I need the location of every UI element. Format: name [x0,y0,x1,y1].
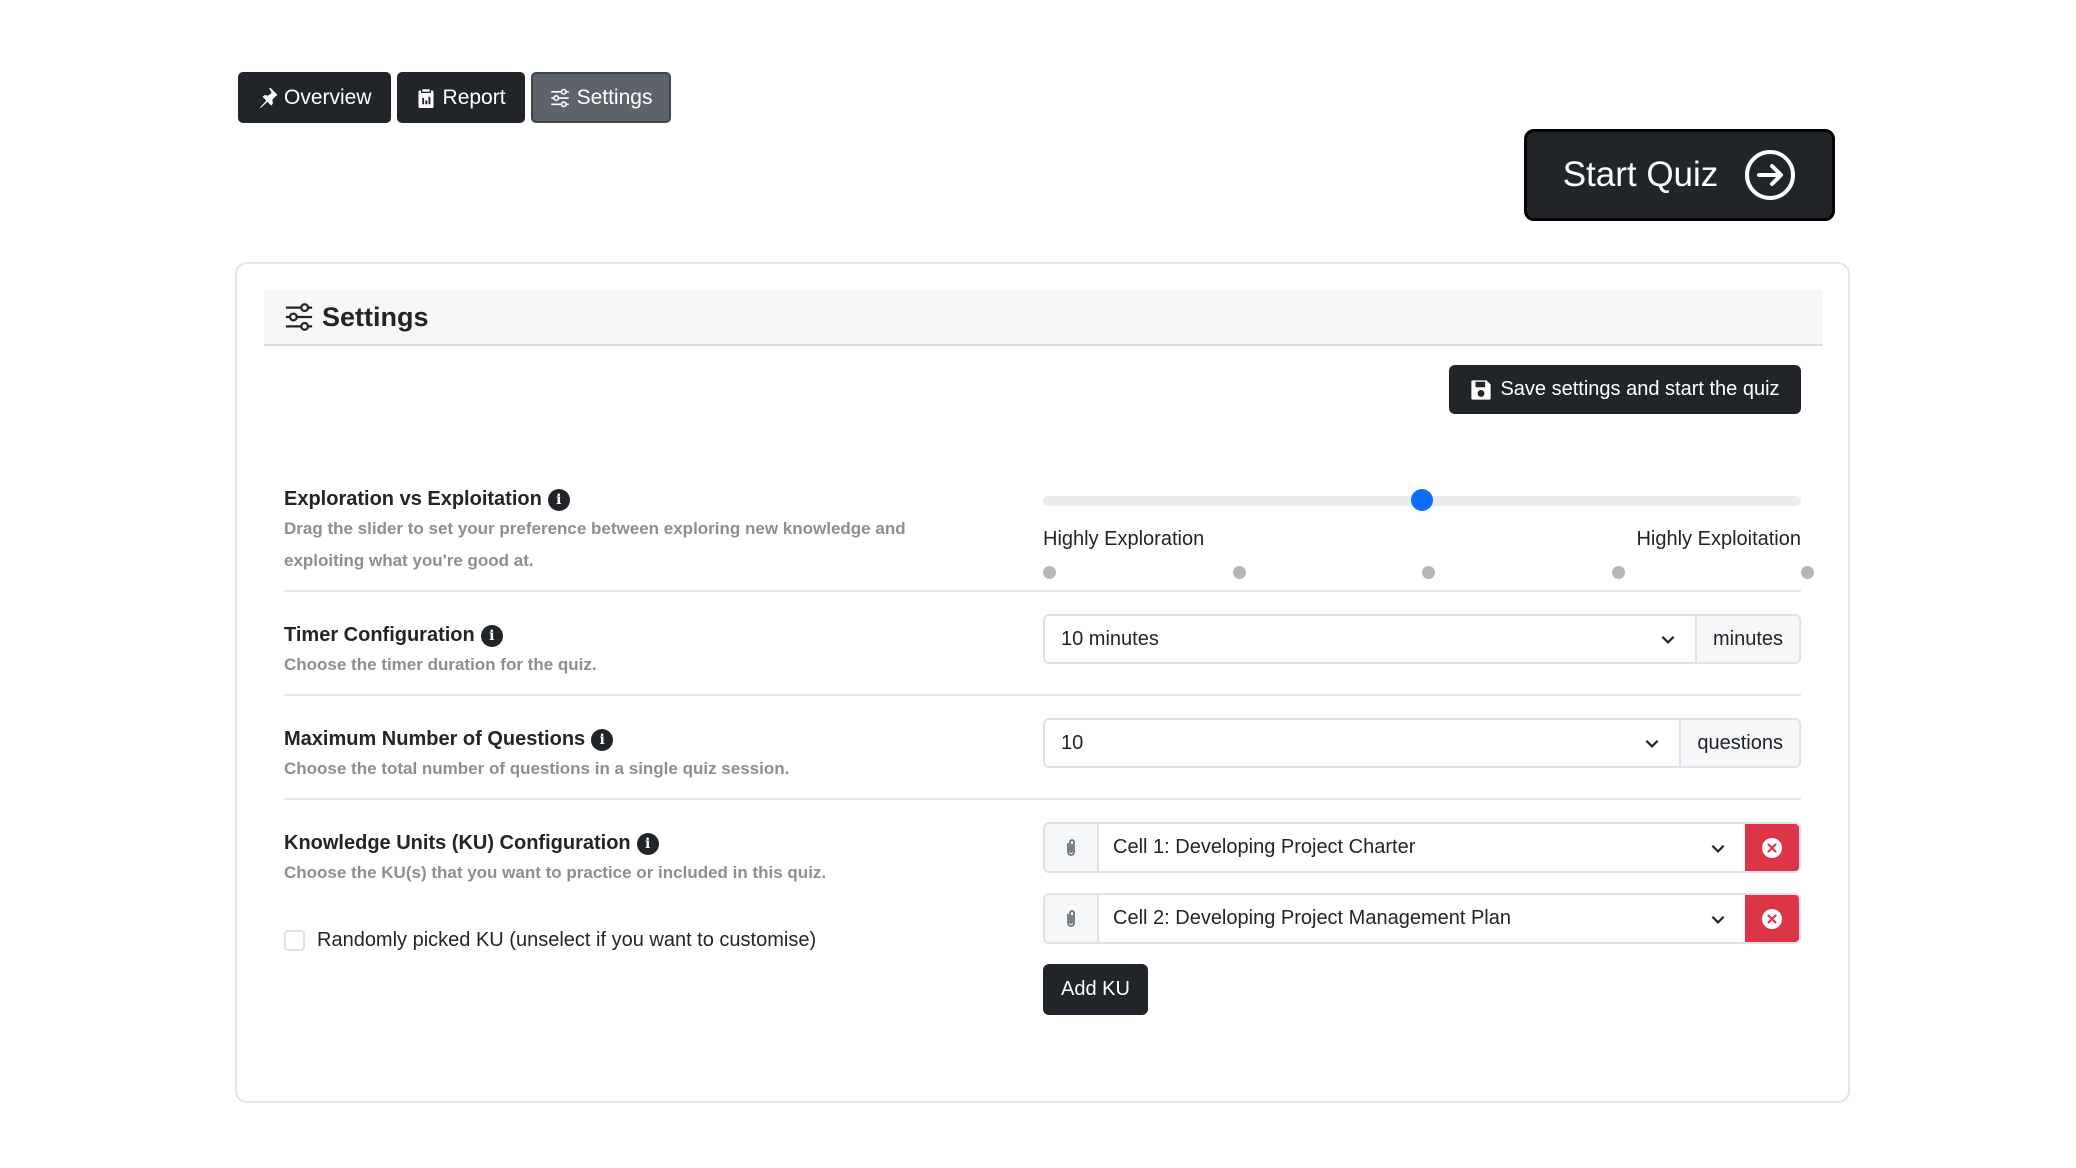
ku-item: Cell 1: Developing Project Charter [1043,822,1801,873]
timer-unit: minutes [1694,616,1799,662]
save-settings-label: Save settings and start the quiz [1500,378,1780,400]
slider-tick [1232,566,1246,579]
max-questions-select[interactable]: 10 [1045,720,1680,766]
ku-section: Knowledge Units (KU) Configuration i Cho… [284,832,826,889]
settings-card-header: Settings [264,290,1823,346]
slider-right-label: Highly Exploitation [1636,528,1801,550]
clipboard-icon [418,88,434,108]
divider [284,590,1801,592]
paperclip-icon [1067,909,1075,927]
exploration-label: Exploration vs Exploitation [284,488,542,510]
exploration-section: Exploration vs Exploitation i Drag the s… [284,488,906,577]
top-nav: Overview Report Settings [238,72,672,123]
timer-select[interactable]: 10 minutes [1045,616,1695,662]
info-icon[interactable]: i [547,488,570,511]
exploration-slider[interactable]: Highly Exploration Highly Exploitation [1043,488,1814,579]
slider-tick [1611,566,1625,579]
ku-select-value: Cell 2: Developing Project Management Pl… [1113,907,1511,929]
ku-label-row: Knowledge Units (KU) Configuration i [284,832,826,855]
x-circle-icon [1762,908,1782,929]
settings-card: Settings Save settings and start the qui… [235,262,1850,1103]
save-settings-button[interactable]: Save settings and start the quiz [1449,365,1801,414]
exploration-description-line2: exploiting what you're good at. [284,551,534,570]
slider-tick [1422,566,1435,579]
tab-overview-label: Overview [284,85,372,109]
arrow-right-circle-icon [1745,150,1796,200]
slider-tick [1043,566,1056,579]
sliders-icon [550,88,569,107]
max-questions-select-value: 10 [1061,731,1084,754]
info-icon[interactable]: i [480,624,503,647]
save-icon [1471,379,1492,400]
tab-report-label: Report [442,85,506,109]
ku-label: Knowledge Units (KU) Configuration [284,832,631,854]
tab-report[interactable]: Report [396,72,525,123]
sliders-icon [285,303,313,331]
timer-section: Timer Configuration i Choose the timer d… [284,624,597,681]
max-questions-unit: questions [1679,720,1799,766]
start-quiz-label: Start Quiz [1562,155,1719,194]
chevron-down-icon [1645,739,1659,748]
info-icon[interactable]: i [636,832,659,855]
chevron-down-icon [1661,635,1675,644]
add-ku-label: Add KU [1061,978,1130,1000]
max-questions-label: Maximum Number of Questions [284,728,586,750]
ku-clip [1045,824,1099,871]
settings-title: Settings [322,301,429,332]
ku-select-value: Cell 1: Developing Project Charter [1113,836,1416,858]
random-ku-checkbox-row[interactable]: Randomly picked KU (unselect if you want… [284,929,816,952]
remove-ku-button[interactable] [1745,895,1799,942]
remove-ku-button[interactable] [1745,824,1799,871]
exploration-description-line1: Drag the slider to set your preference b… [284,519,906,538]
paperclip-icon [1067,838,1075,856]
tab-settings[interactable]: Settings [530,72,672,123]
pin-icon [260,87,277,108]
max-questions-label-row: Maximum Number of Questions i [284,728,789,751]
start-quiz-button[interactable]: Start Quiz [1524,129,1835,221]
timer-label-row: Timer Configuration i [284,624,597,647]
exploration-description: Drag the slider to set your preference b… [284,513,906,577]
random-ku-label: Randomly picked KU (unselect if you want… [317,929,817,951]
slider-thumb[interactable] [1411,489,1433,511]
divider [284,798,1801,800]
timer-select-value: 10 minutes [1061,627,1159,650]
ku-select[interactable]: Cell 1: Developing Project Charter [1099,824,1745,871]
ku-item: Cell 2: Developing Project Management Pl… [1043,893,1801,944]
max-questions-description: Choose the total number of questions in … [284,759,790,778]
timer-label: Timer Configuration [284,624,475,646]
x-circle-icon [1762,837,1782,858]
slider-tick [1801,566,1814,579]
chevron-down-icon [1711,915,1725,924]
tab-settings-label: Settings [576,85,653,109]
ku-select[interactable]: Cell 2: Developing Project Management Pl… [1099,895,1745,942]
timer-description: Choose the timer duration for the quiz. [284,655,597,674]
ku-clip [1045,895,1099,942]
max-questions-section: Maximum Number of Questions i Choose the… [284,728,789,785]
tab-overview[interactable]: Overview [238,72,391,123]
timer-input-group: 10 minutes minutes [1043,614,1801,664]
divider [284,694,1801,696]
chevron-down-icon [1711,844,1725,853]
add-ku-button[interactable]: Add KU [1043,964,1148,1015]
slider-left-label: Highly Exploration [1043,528,1205,550]
info-icon[interactable]: i [591,728,614,751]
ku-description: Choose the KU(s) that you want to practi… [284,863,827,882]
exploration-label-row: Exploration vs Exploitation i [284,488,906,511]
max-questions-input-group: 10 questions [1043,718,1801,768]
random-ku-checkbox[interactable] [284,930,305,951]
